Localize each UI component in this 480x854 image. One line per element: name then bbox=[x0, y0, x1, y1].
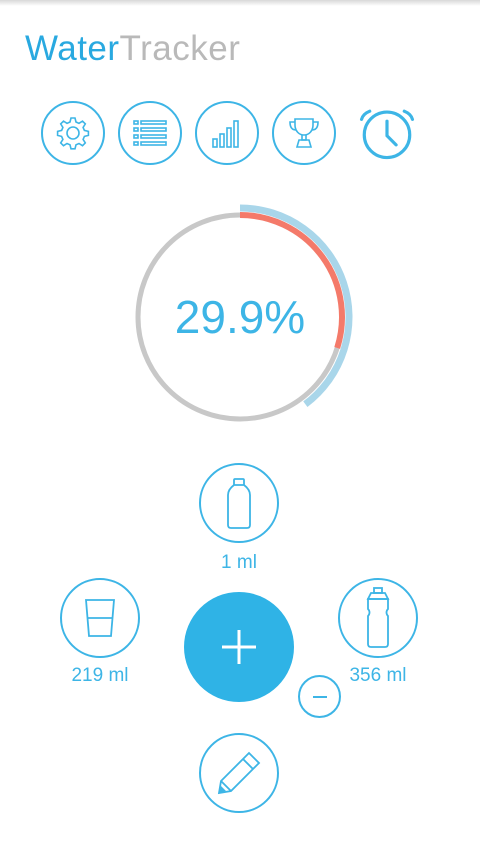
add-drink-button[interactable] bbox=[184, 592, 294, 702]
app-title-part2: Tracker bbox=[119, 29, 241, 68]
remove-drink-button[interactable] bbox=[298, 675, 341, 718]
glass-amount: 219 ml bbox=[71, 665, 129, 686]
trophy-icon bbox=[289, 118, 319, 148]
app-title-part1: Water bbox=[25, 29, 120, 68]
gear-icon bbox=[56, 117, 90, 150]
minus-icon bbox=[312, 695, 327, 698]
achievements-button[interactable] bbox=[272, 101, 336, 165]
reminder-button[interactable] bbox=[355, 101, 419, 165]
sports-bottle-button[interactable] bbox=[338, 578, 418, 658]
status-shadow bbox=[0, 0, 480, 6]
bottle-icon bbox=[227, 478, 251, 529]
progress-percentage: 29.9% bbox=[174, 291, 306, 343]
alarm-clock-icon bbox=[359, 109, 415, 160]
small-bottle-button[interactable] bbox=[199, 463, 279, 543]
small-bottle-amount: 1 ml bbox=[221, 552, 257, 573]
app-title: WaterTracker bbox=[25, 29, 240, 69]
glass-button[interactable] bbox=[60, 578, 140, 658]
glass-icon bbox=[85, 599, 115, 637]
pencil-icon bbox=[217, 751, 261, 795]
settings-button[interactable] bbox=[41, 101, 105, 165]
list-icon bbox=[133, 120, 167, 146]
history-button[interactable] bbox=[118, 101, 182, 165]
sports-bottle-icon bbox=[366, 587, 390, 648]
statistics-button[interactable] bbox=[195, 101, 259, 165]
daily-progress: 29.9% bbox=[120, 197, 360, 437]
plus-icon bbox=[222, 630, 256, 664]
custom-amount-button[interactable] bbox=[199, 733, 279, 813]
bar-chart-icon bbox=[212, 120, 239, 148]
